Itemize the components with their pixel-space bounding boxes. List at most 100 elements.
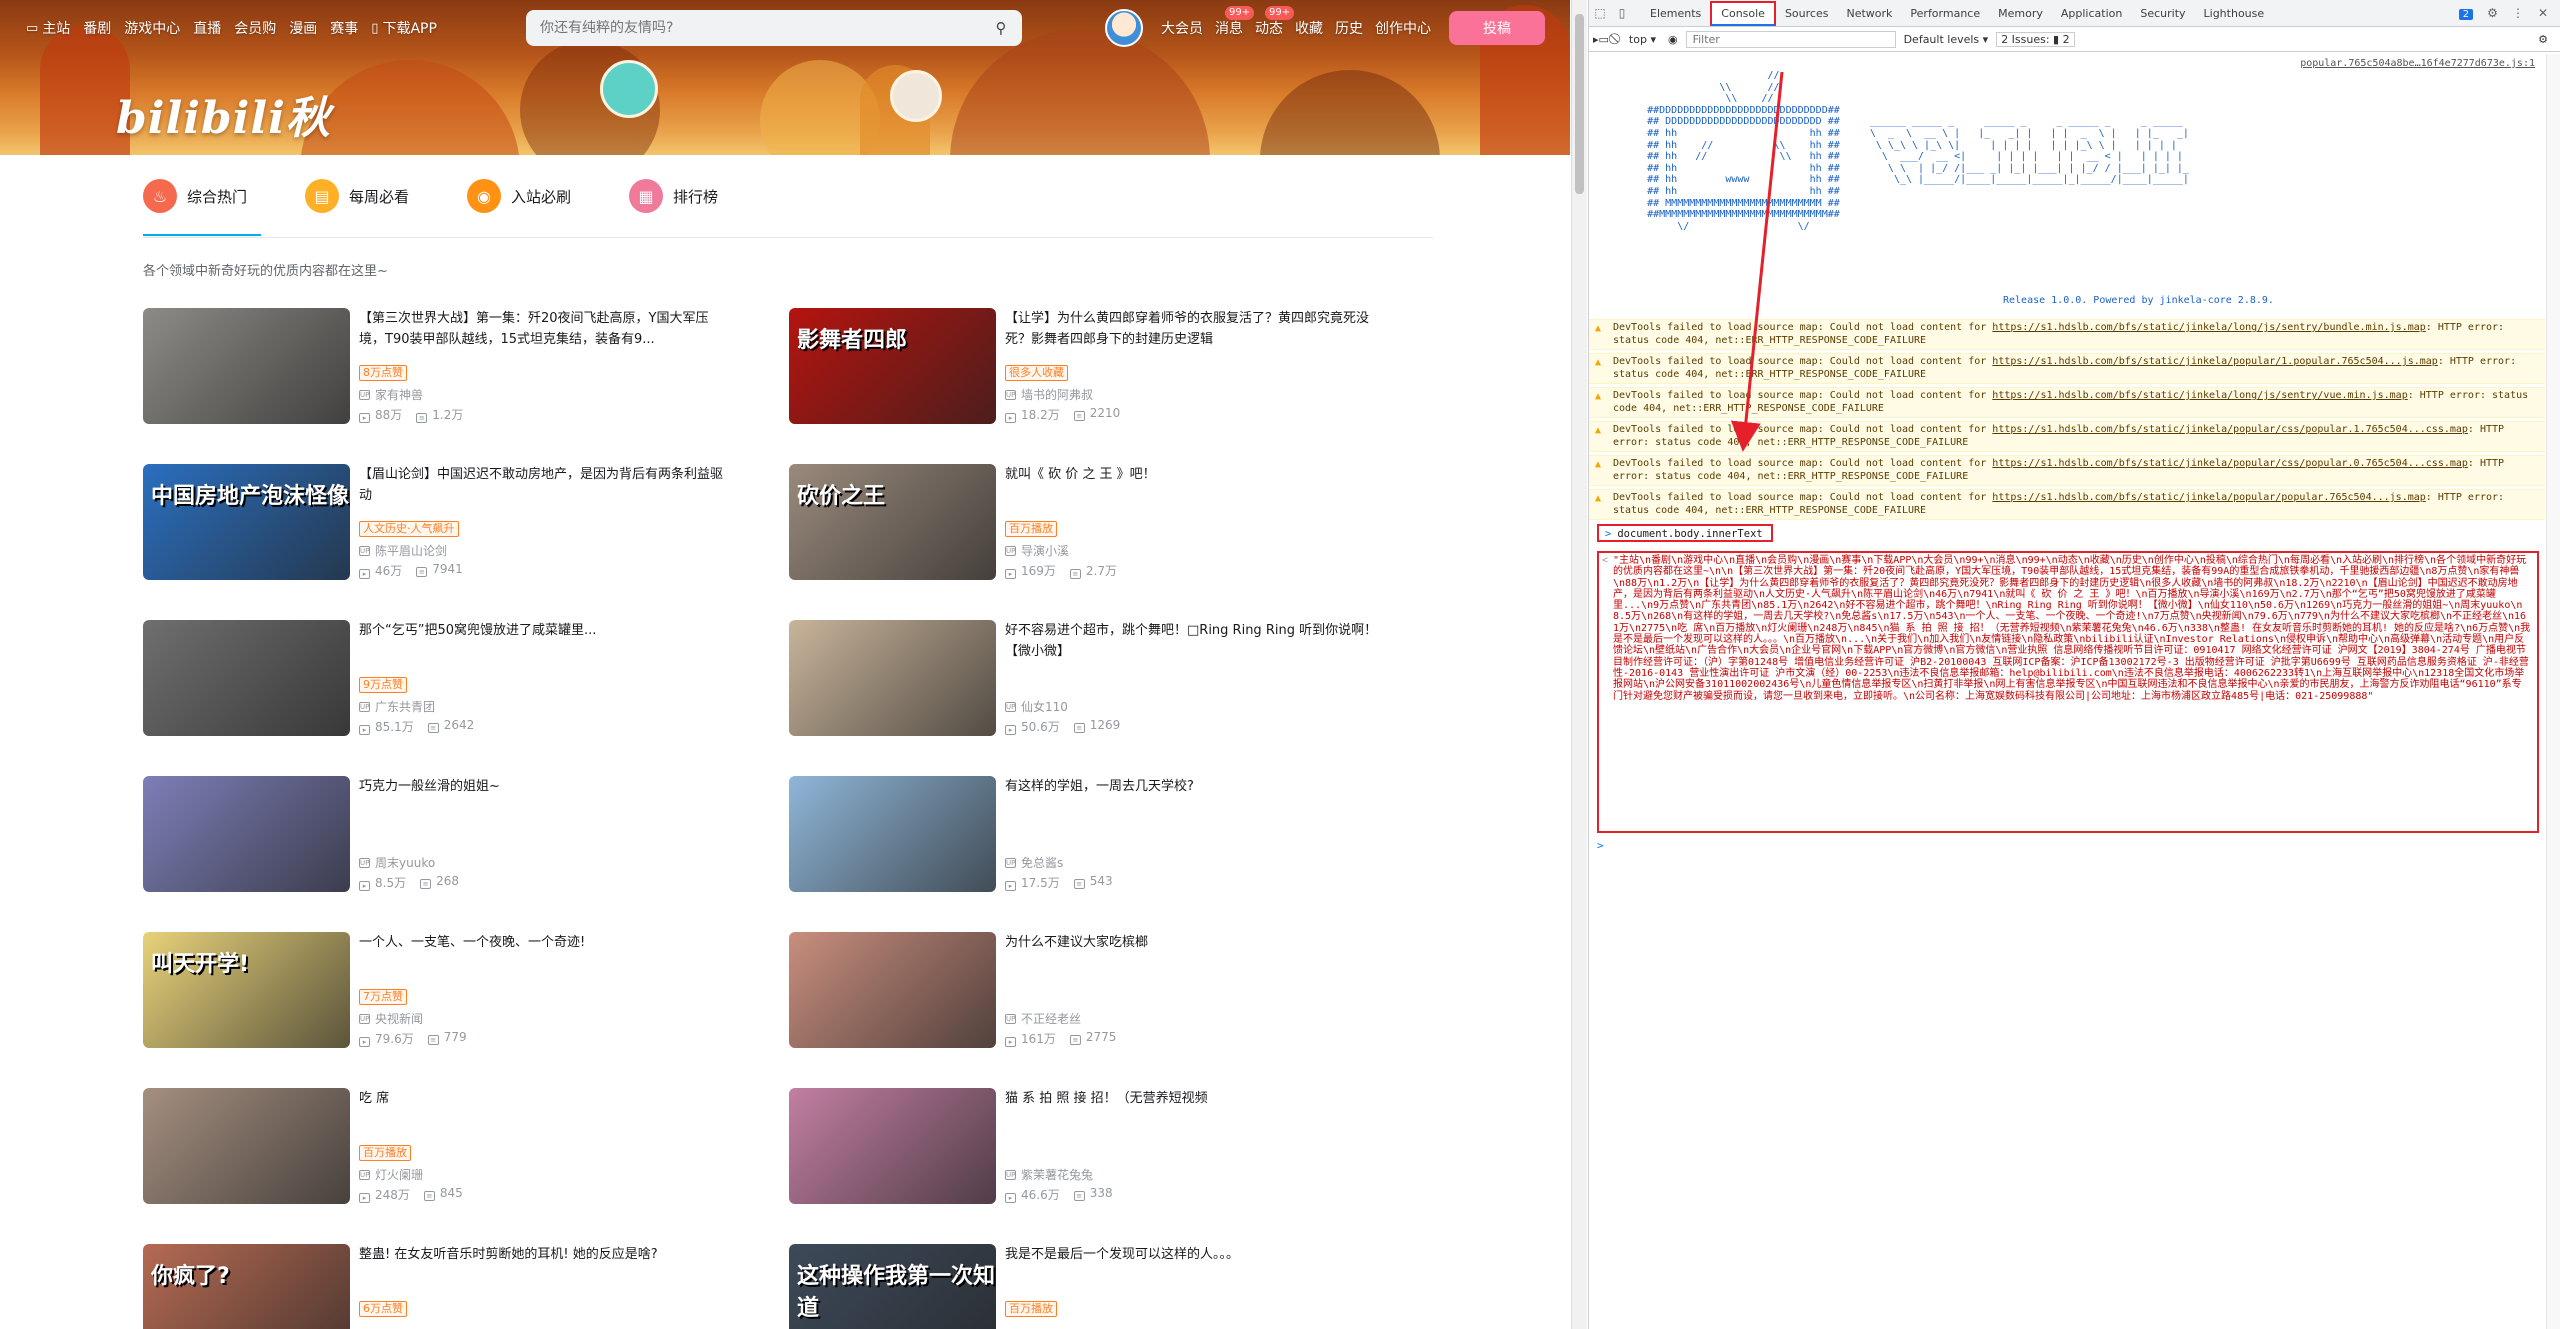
- warning-url[interactable]: https://s1.hdslb.com/bfs/static/jinkela/…: [1992, 356, 2438, 367]
- console-settings-icon[interactable]: ⚙: [2538, 33, 2560, 46]
- console-filter-input[interactable]: [1685, 30, 1896, 48]
- video-title[interactable]: 那个“乞丐”把50窝兜馒放进了咸菜罐里...: [359, 620, 734, 641]
- nav-right-item-4[interactable]: 历史: [1335, 18, 1363, 38]
- source-link[interactable]: popular.765c504a8be…16f4e7277d673e.js:1: [2300, 58, 2535, 69]
- uploader[interactable]: UP 不正经老丝: [1005, 1010, 1081, 1027]
- settings-gear-icon[interactable]: ⚙: [2487, 6, 2498, 20]
- video-thumbnail[interactable]: 影舞者四郎: [789, 308, 996, 424]
- uploader[interactable]: UP 免总酱s: [1005, 854, 1063, 871]
- tab-3[interactable]: ▦ 排行榜: [629, 172, 718, 220]
- uploader[interactable]: UP 导演小溪: [1005, 542, 1069, 559]
- tab-0[interactable]: ♨ 综合热门: [143, 172, 262, 236]
- video-card[interactable]: 有这样的学姐，一周去几天学校? UP 免总酱s ▸ 17.5万 ≡ 543: [789, 776, 1389, 894]
- video-card[interactable]: 吃 席百万播放 UP 灯火阑珊 ▸ 248万 ≡ 845: [143, 1088, 743, 1206]
- uploader[interactable]: UP 央视新闻: [359, 1010, 423, 1027]
- video-card[interactable]: 影舞者四郎 【让学】为什么黄四郎穿着师爷的衣服复活了？黄四郎究竟死没死？影舞者四郎…: [789, 308, 1389, 426]
- uploader[interactable]: UP 灯火阑珊: [359, 1166, 423, 1183]
- more-menu-icon[interactable]: ⋮: [2512, 6, 2524, 20]
- devtools-tab-lighthouse[interactable]: Lighthouse: [2195, 0, 2274, 27]
- video-thumbnail[interactable]: 你疯了?: [143, 1244, 350, 1329]
- issues-count[interactable]: 2 Issues: ▮ 2: [1996, 31, 2075, 47]
- video-thumbnail[interactable]: [789, 1088, 996, 1204]
- video-card[interactable]: 那个“乞丐”把50窝兜馒放进了咸菜罐里... 9万点赞 UP 广东共青团 ▸ 85.1万 ≡…: [143, 620, 743, 738]
- uploader[interactable]: UP 仙女110: [1005, 698, 1068, 715]
- video-title[interactable]: 有这样的学姐，一周去几天学校?: [1005, 776, 1380, 797]
- video-thumbnail[interactable]: [143, 620, 350, 736]
- warning-url[interactable]: https://s1.hdslb.com/bfs/static/jinkela/…: [1992, 492, 2425, 503]
- uploader[interactable]: UP 家有神兽: [359, 386, 423, 403]
- video-thumbnail[interactable]: [789, 776, 996, 892]
- nav-item-2[interactable]: 游戏中心: [124, 18, 180, 38]
- tab-2[interactable]: ◉ 入站必刷: [467, 172, 571, 220]
- video-card[interactable]: 叫天开学! 一个人、一支笔、一个夜晚、一个奇迹! 7万点赞 UP 央视新闻 ▸ 79.6万 ≡…: [143, 932, 743, 1050]
- devtools-tab-performance[interactable]: Performance: [1901, 0, 1989, 27]
- tab-1[interactable]: ▤ 每周必看: [305, 172, 409, 220]
- device-toggle-icon[interactable]: ▯: [1611, 6, 1633, 20]
- devtools-tab-security[interactable]: Security: [2131, 0, 2194, 27]
- video-title[interactable]: 【让学】为什么黄四郎穿着师爷的衣服复活了？黄四郎究竟死没死？影舞者四郎身下的封建…: [1005, 308, 1380, 350]
- uploader[interactable]: UP 陈平眉山论剑: [359, 542, 447, 559]
- video-card[interactable]: 砍价之王 就叫《 砍 价 之 王 》吧！ 百万播放 UP 导演小溪 ▸ 169万 ≡ 2.7万: [789, 464, 1389, 582]
- devtools-tab-console[interactable]: Console: [1710, 0, 1776, 26]
- nav-right-item-2[interactable]: 动态 99+: [1255, 6, 1295, 38]
- video-thumbnail[interactable]: [143, 1088, 350, 1204]
- video-thumbnail[interactable]: [789, 620, 996, 736]
- page-scrollbar-thumb[interactable]: [1575, 14, 1584, 194]
- context-select[interactable]: top ▾: [1625, 33, 1660, 46]
- nav-item-6[interactable]: 赛事: [330, 18, 358, 38]
- video-thumbnail[interactable]: [143, 776, 350, 892]
- video-thumbnail[interactable]: 中国房地产泡沫怪像: [143, 464, 350, 580]
- uploader[interactable]: UP 墙书的阿弗叔: [1005, 386, 1093, 403]
- video-title[interactable]: 我是不是最后一个发现可以这样的人。。。: [1005, 1244, 1380, 1265]
- devtools-tab-network[interactable]: Network: [1837, 0, 1901, 27]
- warning-url[interactable]: https://s1.hdslb.com/bfs/static/jinkela/…: [1992, 458, 2468, 469]
- nav-right-item-5[interactable]: 创作中心: [1375, 18, 1431, 38]
- nav-item-3[interactable]: 直播: [193, 18, 221, 38]
- eye-icon[interactable]: ◉: [1668, 33, 1678, 46]
- video-thumbnail[interactable]: [789, 932, 996, 1048]
- video-title[interactable]: 【第三次世界大战】第一集：歼20夜间飞赴高原，Y国大军压境，T90装甲部队越线，…: [359, 308, 734, 350]
- warning-url[interactable]: https://s1.hdslb.com/bfs/static/jinkela/…: [1992, 390, 2407, 401]
- video-card[interactable]: 你疯了? 整蛊! 在女友听音乐时剪断她的耳机! 她的反应是啥? 6万点赞: [143, 1244, 743, 1329]
- console-result[interactable]: < "主站\n番剧\n游戏中心\n直播\n会员购\n漫画\n赛事\n下载APP\n…: [1597, 551, 2539, 833]
- video-title[interactable]: 巧克力一般丝滑的姐姐~: [359, 776, 734, 797]
- video-card[interactable]: 巧克力一般丝滑的姐姐~ UP 周末yuuko ▸ 8.5万 ≡ 268: [143, 776, 743, 894]
- close-devtools-icon[interactable]: ✕: [2538, 6, 2548, 20]
- warning-url[interactable]: https://s1.hdslb.com/bfs/static/jinkela/…: [1992, 424, 2468, 435]
- nav-item-0[interactable]: ▭ 主站: [26, 18, 70, 38]
- video-card[interactable]: 猫 系 拍 照 接 招！（无营养短视频 UP 紫茉薯花兔兔 ▸ 46.6万 ≡ 338: [789, 1088, 1389, 1206]
- log-levels-select[interactable]: Default levels ▾: [1904, 33, 1989, 46]
- video-title[interactable]: 吃 席: [359, 1088, 734, 1109]
- console-command[interactable]: > document.body.innerText: [1597, 524, 1773, 542]
- sidebar-toggle-icon[interactable]: ▸▭: [1593, 33, 1609, 46]
- nav-right-item-1[interactable]: 消息 99+: [1215, 6, 1255, 38]
- devtools-tab-elements[interactable]: Elements: [1641, 0, 1710, 27]
- video-title[interactable]: 整蛊! 在女友听音乐时剪断她的耳机! 她的反应是啥?: [359, 1244, 734, 1265]
- video-thumbnail[interactable]: 砍价之王: [789, 464, 996, 580]
- video-card[interactable]: 中国房地产泡沫怪像 【眉山论剑】中国迟迟不敢动房地产，是因为背后有两条利益驱动 人文…: [143, 464, 743, 582]
- video-title[interactable]: 好不容易进个超市，跳个舞吧！□Ring Ring Ring 听到你说啊！【微小微…: [1005, 620, 1380, 662]
- uploader[interactable]: UP 紫茉薯花兔兔: [1005, 1166, 1093, 1183]
- search-input[interactable]: [540, 20, 960, 36]
- video-card[interactable]: 【第三次世界大战】第一集：歼20夜间飞赴高原，Y国大军压境，T90装甲部队越线，…: [143, 308, 743, 426]
- nav-item-4[interactable]: 会员购: [234, 18, 276, 38]
- page-scrollbar[interactable]: [1571, 0, 1587, 1329]
- devtools-tab-application[interactable]: Application: [2052, 0, 2131, 27]
- devtools-tab-sources[interactable]: Sources: [1776, 0, 1838, 27]
- nav-item-7[interactable]: ▯ 下载APP: [371, 18, 437, 38]
- search-button[interactable]: ⚲: [984, 14, 1018, 42]
- avatar[interactable]: [1105, 9, 1143, 47]
- nav-item-1[interactable]: 番剧: [83, 18, 111, 38]
- video-title[interactable]: 猫 系 拍 照 接 招！（无营养短视频: [1005, 1088, 1380, 1109]
- video-title[interactable]: 为什么不建议大家吃槟榔: [1005, 932, 1380, 953]
- inspect-icon[interactable]: ⬚: [1589, 6, 1611, 20]
- nav-right-item-3[interactable]: 收藏: [1295, 18, 1323, 38]
- video-title[interactable]: 就叫《 砍 价 之 王 》吧！: [1005, 464, 1380, 485]
- video-thumbnail[interactable]: [143, 308, 350, 424]
- uploader[interactable]: UP 周末yuuko: [359, 854, 435, 871]
- console-prompt[interactable]: >: [1597, 839, 1604, 852]
- video-title[interactable]: 一个人、一支笔、一个夜晚、一个奇迹!: [359, 932, 734, 953]
- uploader[interactable]: UP 广东共青团: [359, 698, 435, 715]
- issues-badge[interactable]: 2: [2458, 6, 2474, 20]
- nav-right-item-0[interactable]: 大会员: [1161, 18, 1203, 38]
